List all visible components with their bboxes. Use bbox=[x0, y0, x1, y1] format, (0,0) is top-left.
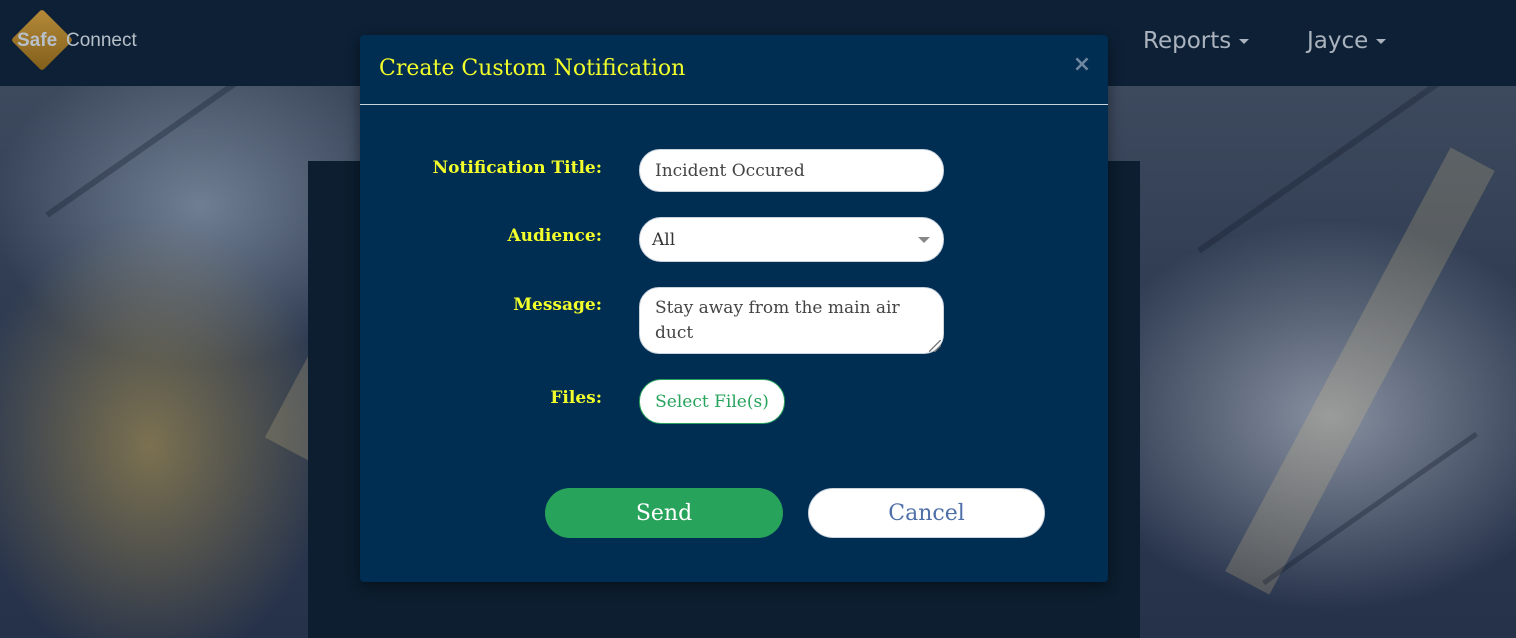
close-icon[interactable]: × bbox=[1072, 53, 1092, 77]
message-label: Message: bbox=[513, 295, 602, 315]
notification-title-input[interactable] bbox=[639, 149, 944, 192]
logo-text-connect: Connect bbox=[66, 30, 137, 51]
nav-user-label: Jayce bbox=[1307, 28, 1369, 54]
audience-selected-value: All bbox=[652, 230, 676, 250]
notification-title-label: Notification Title: bbox=[432, 158, 602, 178]
nav-user-dropdown[interactable]: Jayce bbox=[1307, 28, 1387, 54]
cancel-button[interactable]: Cancel bbox=[808, 488, 1045, 538]
caret-down-icon bbox=[1376, 39, 1387, 44]
create-notification-modal: Create Custom Notification × Notificatio… bbox=[360, 35, 1108, 582]
dropdown-arrow-icon bbox=[918, 237, 930, 243]
audience-select[interactable]: All bbox=[639, 217, 944, 262]
logo-text-safe: Safe bbox=[17, 30, 58, 51]
safe-connect-logo[interactable]: Safe Connect bbox=[10, 8, 152, 74]
modal-title: Create Custom Notification bbox=[379, 56, 686, 81]
files-label: Files: bbox=[550, 388, 602, 408]
modal-header: Create Custom Notification × bbox=[360, 35, 1108, 105]
message-textarea[interactable]: Stay away from the main air duct bbox=[639, 287, 944, 354]
nav-reports-dropdown[interactable]: Reports bbox=[1143, 28, 1250, 54]
audience-label: Audience: bbox=[507, 226, 602, 246]
nav-reports-label: Reports bbox=[1143, 28, 1232, 54]
caret-down-icon bbox=[1239, 39, 1250, 44]
send-button[interactable]: Send bbox=[545, 488, 783, 538]
resize-handle-icon[interactable] bbox=[929, 340, 941, 352]
select-files-button[interactable]: Select File(s) bbox=[639, 379, 785, 424]
